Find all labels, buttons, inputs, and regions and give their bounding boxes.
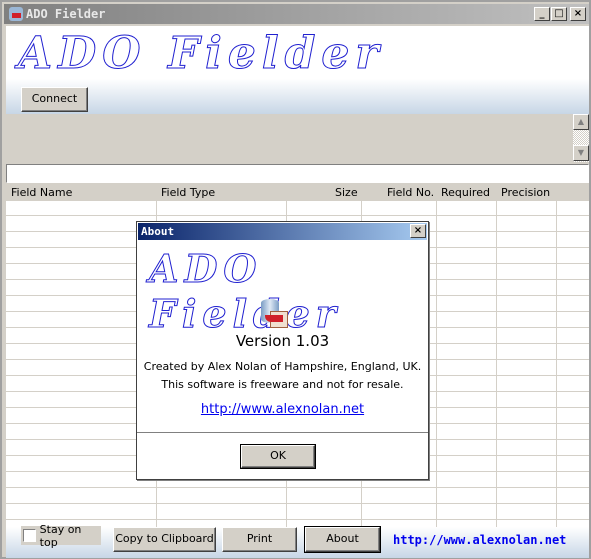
- col-field-name[interactable]: Field Name: [11, 186, 72, 199]
- copy-to-clipboard-button[interactable]: Copy to Clipboard: [113, 527, 216, 552]
- grid-header: Field Name Field Type Size Field No. Req…: [6, 183, 589, 201]
- connection-info-area: [6, 114, 589, 162]
- stay-on-top-label: Stay on top: [39, 522, 82, 549]
- banner: ADO Fielder Connect: [6, 26, 589, 114]
- version-text: Version 1.03: [235, 332, 330, 350]
- about-website-link[interactable]: http://www.alexnolan.net: [201, 402, 364, 417]
- stay-on-top-checkbox[interactable]: Stay on top: [21, 523, 101, 549]
- col-required[interactable]: Required: [441, 186, 490, 199]
- col-precision[interactable]: Precision: [501, 186, 550, 199]
- connect-button[interactable]: Connect: [21, 87, 88, 112]
- scroll-down-button[interactable]: ▼: [573, 145, 589, 161]
- col-field-no[interactable]: Field No.: [387, 186, 434, 199]
- print-button[interactable]: Print: [222, 527, 297, 552]
- about-title: About: [141, 225, 175, 238]
- freeware-text: This software is freeware and not for re…: [161, 378, 404, 391]
- website-link[interactable]: http://www.alexnolan.net: [393, 533, 566, 547]
- app-icon: [9, 7, 23, 21]
- window-title: ADO Fielder: [26, 7, 106, 21]
- col-size[interactable]: Size: [335, 186, 358, 199]
- minimize-button[interactable]: _: [534, 7, 550, 21]
- about-title-bar[interactable]: About ×: [138, 223, 427, 240]
- close-button[interactable]: ×: [570, 7, 586, 21]
- checkbox-box[interactable]: [23, 529, 36, 542]
- about-button[interactable]: About: [304, 526, 381, 553]
- database-export-icon: [261, 299, 289, 329]
- footer-bar: Stay on top Copy to Clipboard Print Abou…: [6, 523, 589, 558]
- divider: [137, 432, 428, 433]
- about-close-button[interactable]: ×: [410, 224, 426, 238]
- scroll-up-button[interactable]: ▲: [573, 114, 589, 130]
- credits-text: Created by Alex Nolan of Hampshire, Engl…: [143, 360, 422, 373]
- ok-button[interactable]: OK: [240, 444, 316, 469]
- maximize-button[interactable]: □: [551, 7, 567, 21]
- title-bar[interactable]: ADO Fielder _ □ ×: [4, 4, 589, 24]
- table-name-input[interactable]: [6, 164, 589, 183]
- logo: ADO Fielder: [18, 28, 385, 80]
- about-dialog: About × ADO Fielder Version 1.03 Created…: [136, 221, 429, 480]
- col-field-type[interactable]: Field Type: [161, 186, 215, 199]
- scrollbar[interactable]: ▲ ▼: [573, 114, 589, 162]
